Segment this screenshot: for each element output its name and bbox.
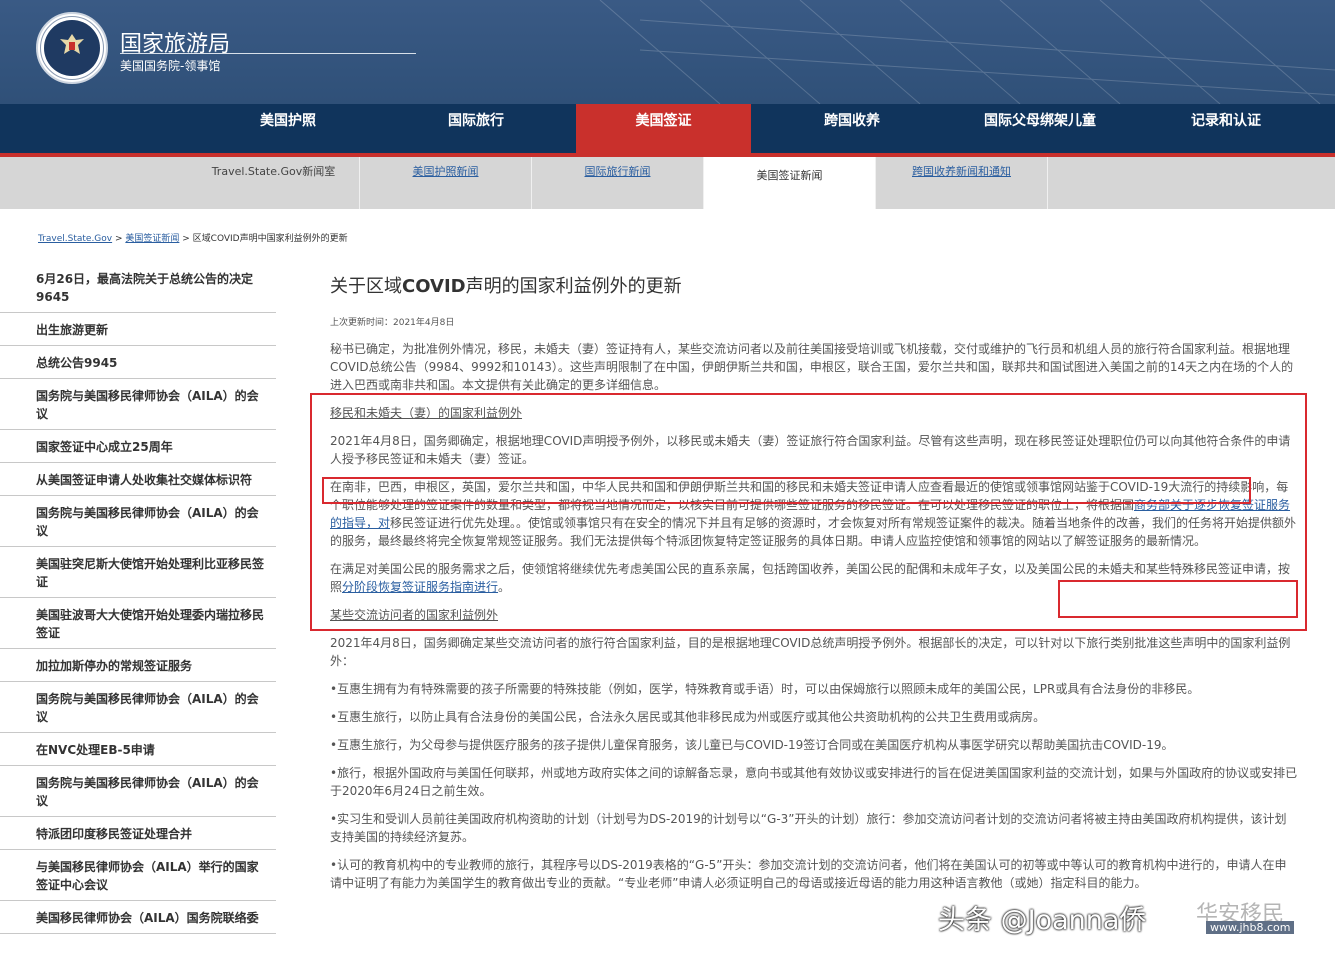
site-header: 国家旅游局 美国国务院-领事馆 <box>0 0 1335 104</box>
nav-parental-child-abduction[interactable]: 国际父母绑架儿童 <box>952 104 1128 154</box>
watermark-url: www.jhb8.com <box>1206 921 1295 934</box>
subnav-adoption-news[interactable]: 跨国收养新闻和通知 <box>876 157 1048 209</box>
sidebar-item[interactable]: 国家签证中心成立25周年 <box>0 430 276 463</box>
sidebar-item[interactable]: 与美国移民律师协会（AILA）举行的国家签证中心会议 <box>0 850 276 901</box>
highlight-box-line <box>322 477 1251 504</box>
sidebar-item[interactable]: 从美国签证申请人处收集社交媒体标识符 <box>0 463 276 496</box>
page-title-part: 关于区域 <box>330 276 402 297</box>
intro-paragraph: 秘书已确定，为批准例外情况，移民，未婚夫（妻）签证持有人，某些交流访问者以及前往… <box>330 342 1294 392</box>
sidebar-item[interactable]: 特派团印度移民签证处理合并 <box>0 817 276 850</box>
nav-us-passports[interactable]: 美国护照 <box>200 104 376 154</box>
eagle-icon <box>60 34 84 54</box>
title-divider <box>120 53 416 54</box>
bullet-item: •互惠生旅行，以防止具有合法身份的美国公民，合法永久居民或其他非移民成为州或医疗… <box>330 710 1046 724</box>
watermark-text: 头条 @Joanna侨 <box>938 905 1147 936</box>
nav-intercountry-adoption[interactable]: 跨国收养 <box>764 104 940 154</box>
sidebar-item[interactable]: 国务院与美国移民律师协会（AILA）的会议 <box>0 379 276 430</box>
department-seal-icon[interactable] <box>36 12 108 84</box>
breadcrumb-home-link[interactable]: Travel.State.Gov <box>38 234 112 244</box>
sidebar: 6月26日，最高法院关于总统公告的决定9645 出生旅游更新 总统公告9945 … <box>0 262 276 934</box>
sidebar-item[interactable]: 国务院与美国移民律师协会（AILA）的会议 <box>0 682 276 733</box>
main-navigation: 美国护照 国际旅行 美国签证 跨国收养 国际父母绑架儿童 记录和认证 <box>0 104 1335 154</box>
bullet-item: •旅行，根据外国政府与美国任何联邦，州或地方政府实体之间的谅解备忘录，意向书或其… <box>330 766 1298 798</box>
sidebar-item[interactable]: 美国驻波哥大大使馆开始处理委内瑞拉移民签证 <box>0 598 276 649</box>
subnav-passport-news[interactable]: 美国护照新闻 <box>360 157 532 209</box>
subnav-newsroom[interactable]: Travel.State.Gov新闻室 <box>188 157 360 209</box>
sidebar-item[interactable]: 总统公告9945 <box>0 346 276 379</box>
nav-international-travel[interactable]: 国际旅行 <box>388 104 564 154</box>
sidebar-item[interactable]: 国务院与美国移民律师协会（AILA）的会议 <box>0 496 276 547</box>
bullet-item: •互惠生旅行，为父母参与提供医疗服务的孩子提供儿童保育服务，该儿童已与COVID… <box>330 738 1174 752</box>
nav-records-authentication[interactable]: 记录和认证 <box>1140 104 1312 154</box>
last-updated: 上次更新时间：2021年4月8日 <box>330 318 455 328</box>
breadcrumb: Travel.State.Gov > 美国签证新闻 > 区域COVID声明中国家… <box>38 231 348 244</box>
page-title: 关于区域COVID声明的国家利益例外的更新 <box>330 274 1298 300</box>
bullet-item: •实习生和受训人员前往美国政府机构资助的计划（计划号为DS-2019的计划号以“… <box>330 812 1287 844</box>
bullet-item: •互惠生拥有为有特殊需要的孩子所需要的特殊技能（例如，医学，特殊教育或手语）时，… <box>330 682 1200 696</box>
paragraph: 2021年4月8日，国务卿确定某些交流访问者的旅行符合国家利益，目的是根据地理C… <box>330 636 1291 668</box>
breadcrumb-separator: > <box>112 234 126 244</box>
page-title-part: COVID <box>402 276 466 297</box>
subnav-travel-news[interactable]: 国际旅行新闻 <box>532 157 704 209</box>
sidebar-item[interactable]: 加拉加斯停办的常规签证服务 <box>0 649 276 682</box>
breadcrumb-current: 区域COVID声明中国家利益例外的更新 <box>192 234 348 244</box>
sidebar-item[interactable]: 出生旅游更新 <box>0 313 276 346</box>
highlight-box-phrase <box>1058 580 1298 618</box>
subnav-visa-news[interactable]: 美国签证新闻 <box>704 157 876 209</box>
sidebar-item[interactable]: 6月26日，最高法院关于总统公告的决定9645 <box>0 262 276 313</box>
sidebar-item[interactable]: 美国移民律师协会（AILA）国务院联络委 <box>0 901 276 934</box>
breadcrumb-separator: > <box>179 234 193 244</box>
sidebar-item[interactable]: 国务院与美国移民律师协会（AILA）的会议 <box>0 766 276 817</box>
nav-us-visas[interactable]: 美国签证 <box>576 104 751 154</box>
bullet-item: •认可的教育机构中的专业教师的旅行，其程序号以DS-2019表格的“G-5”开头… <box>330 858 1287 890</box>
site-subtitle: 美国国务院-领事馆 <box>120 59 221 73</box>
sidebar-item[interactable]: 在NVC处理EB-5申请 <box>0 733 276 766</box>
sidebar-item[interactable]: 美国驻突尼斯大使馆开始处理利比亚移民签证 <box>0 547 276 598</box>
page-title-part: 声明的国家利益例外的更新 <box>465 276 682 297</box>
breadcrumb-section-link[interactable]: 美国签证新闻 <box>125 234 179 244</box>
